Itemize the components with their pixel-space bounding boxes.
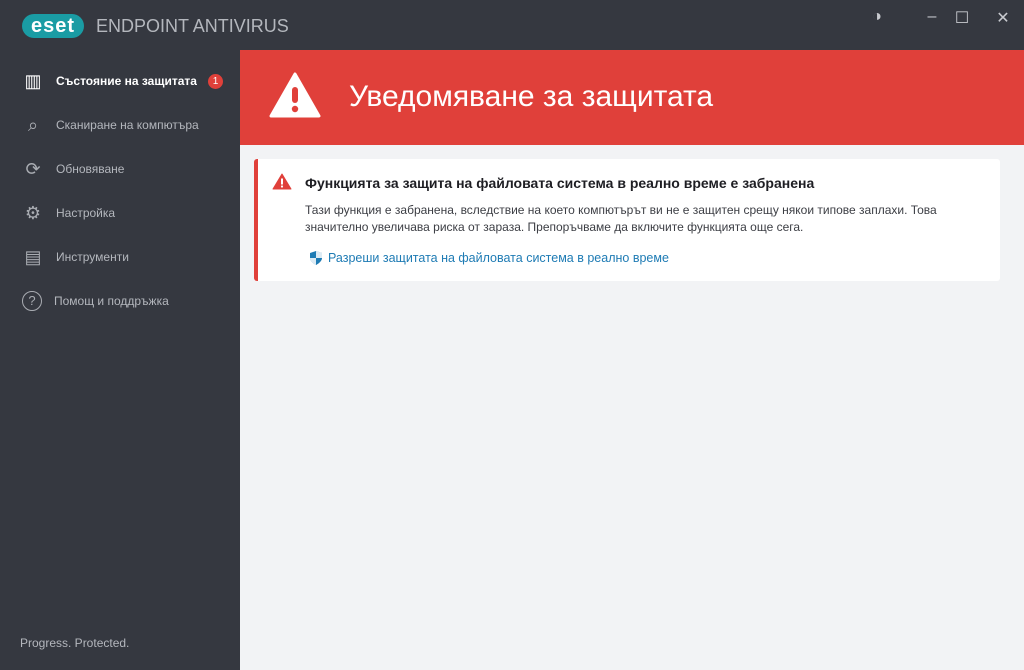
sidebar-item-label: Инструменти xyxy=(56,250,129,264)
notification-badge: 1 xyxy=(208,73,223,89)
sidebar-item-label: Състояние на защитата xyxy=(56,74,197,88)
toolbox-icon: ▤ xyxy=(24,246,42,267)
sidebar-item-scan[interactable]: ⌕ Сканиране на компютъра xyxy=(22,113,232,137)
close-button[interactable]: ✕ xyxy=(988,8,1018,28)
title-bar: eset ENDPOINT ANTIVIRUS ◑ – ☐ ✕ xyxy=(0,0,1024,50)
sidebar-item-label: Помощ и поддръжка xyxy=(54,294,169,308)
search-icon: ⌕ xyxy=(27,114,39,135)
warning-icon xyxy=(272,173,292,190)
contrast-button[interactable]: ◑ xyxy=(862,8,892,26)
alert-banner: Уведомяване за защитата xyxy=(240,50,1024,145)
sidebar-item-label: Сканиране на компютъра xyxy=(56,118,199,132)
alert-title: Функцията за защита на файловата система… xyxy=(305,175,815,191)
eset-logo: eset xyxy=(22,14,84,38)
sidebar: ▥ Състояние на защитата 1 ⌕ Сканиране на… xyxy=(0,50,240,670)
tagline: Progress. Protected. xyxy=(20,636,130,650)
sidebar-item-label: Обновяване xyxy=(56,162,125,176)
refresh-icon: ⟳ xyxy=(25,158,41,179)
maximize-button[interactable]: ☐ xyxy=(947,8,977,28)
page-title: Уведомяване за защитата xyxy=(349,80,714,113)
dashboard-icon: ▥ xyxy=(24,70,42,91)
gear-icon: ⚙ xyxy=(24,202,42,223)
shield-icon xyxy=(310,251,322,265)
enable-protection-link[interactable]: Разреши защитата на файловата система в … xyxy=(328,251,669,265)
alert-card: Функцията за защита на файловата система… xyxy=(254,159,1000,281)
minimize-button[interactable]: – xyxy=(917,8,947,26)
sidebar-item-tools[interactable]: ▤ Инструменти xyxy=(22,245,232,269)
sidebar-item-label: Настройка xyxy=(56,206,116,220)
sidebar-item-setup[interactable]: ⚙ Настройка xyxy=(22,201,232,225)
product-name: ENDPOINT ANTIVIRUS xyxy=(96,16,289,36)
sidebar-item-help[interactable]: ? Помощ и поддръжка xyxy=(22,289,232,313)
sidebar-item-update[interactable]: ⟳ Обновяване xyxy=(22,157,232,181)
help-icon: ? xyxy=(22,291,42,311)
warning-icon xyxy=(269,72,321,118)
sidebar-item-protection-status[interactable]: ▥ Състояние на защитата 1 xyxy=(22,69,232,93)
alert-description: Тази функция е забранена, вследствие на … xyxy=(305,203,937,234)
